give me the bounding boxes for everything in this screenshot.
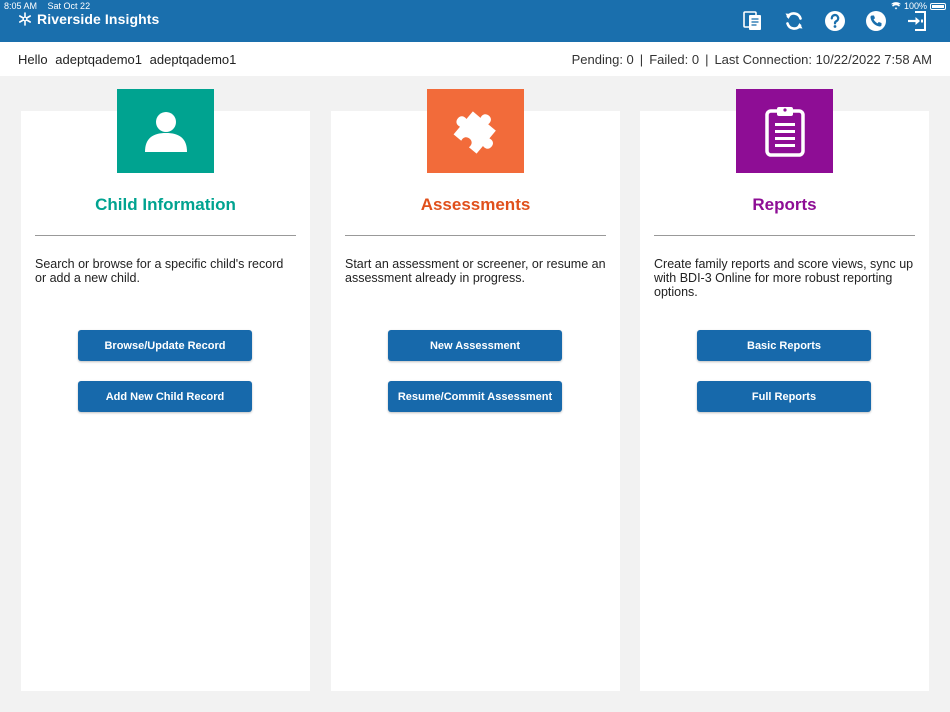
battery-icon — [930, 2, 946, 10]
brand-snowflake-icon — [18, 12, 31, 26]
card-title: Assessments — [420, 195, 531, 214]
clipboard-icon — [764, 107, 805, 157]
help-icon[interactable] — [822, 8, 848, 34]
brand-logo: Riverside Insights — [18, 11, 159, 27]
card-child-information: Child Information Search or browse for a… — [21, 89, 310, 691]
card-icon-tile — [427, 89, 524, 173]
status-bar-left: 8:05 AM Sat Oct 22 — [4, 1, 98, 11]
logout-icon[interactable] — [904, 8, 930, 34]
card-title: Child Information — [95, 195, 236, 214]
card-icon-tile — [736, 89, 833, 173]
card-description: Create family reports and score views, s… — [654, 257, 914, 299]
divider — [345, 235, 606, 236]
greeting-last-name: adeptqademo1 — [149, 52, 237, 67]
sync-status: Pending: 0 | Failed: 0 | Last Connection: 10… — [572, 52, 932, 67]
puzzle-icon — [453, 111, 496, 154]
basic-reports-button[interactable]: Basic Reports — [697, 330, 871, 361]
brand-name: Riverside Insights — [37, 11, 160, 27]
browse-update-record-button[interactable]: Browse/Update Record — [78, 330, 252, 361]
card-description: Start an assessment or screener, or resu… — [345, 257, 606, 285]
add-new-child-record-button[interactable]: Add New Child Record — [78, 381, 252, 412]
greeting-first-name: adeptqademo1 — [55, 52, 142, 67]
separator: | — [639, 52, 644, 67]
greeting: Hello adeptqademo1 adeptqademo1 — [18, 52, 236, 67]
sync-icon[interactable] — [781, 8, 807, 34]
pending-count: Pending: 0 — [571, 52, 634, 67]
greeting-hello: Hello — [18, 52, 48, 67]
divider — [35, 235, 296, 236]
resume-commit-assessment-button[interactable]: Resume/Commit Assessment — [388, 381, 562, 412]
failed-count: Failed: 0 — [649, 52, 700, 67]
divider — [654, 235, 915, 236]
card-reports: Reports Create family reports and score … — [640, 89, 929, 691]
app-header: 8:05 AM Sat Oct 22 100% Riverside Insigh… — [0, 0, 950, 42]
new-assessment-button[interactable]: New Assessment — [388, 330, 562, 361]
phone-icon[interactable] — [863, 8, 889, 34]
card-assessments: Assessments Start an assessment or scree… — [331, 89, 620, 691]
separator: | — [705, 52, 709, 67]
toolbar — [740, 8, 930, 34]
documents-icon[interactable] — [740, 8, 766, 34]
card-description: Search or browse for a specific child's … — [35, 257, 284, 285]
card-title: Reports — [752, 195, 817, 214]
status-date: Sat Oct 22 — [47, 1, 91, 11]
info-bar: Hello adeptqademo1 adeptqademo1 Pending:… — [0, 42, 950, 76]
card-icon-tile — [117, 89, 214, 173]
last-connection: Last Connection: 10/22/2022 7:58 AM — [714, 52, 932, 67]
full-reports-button[interactable]: Full Reports — [697, 381, 871, 412]
person-icon — [144, 112, 187, 152]
status-time: 8:05 AM — [4, 1, 38, 11]
